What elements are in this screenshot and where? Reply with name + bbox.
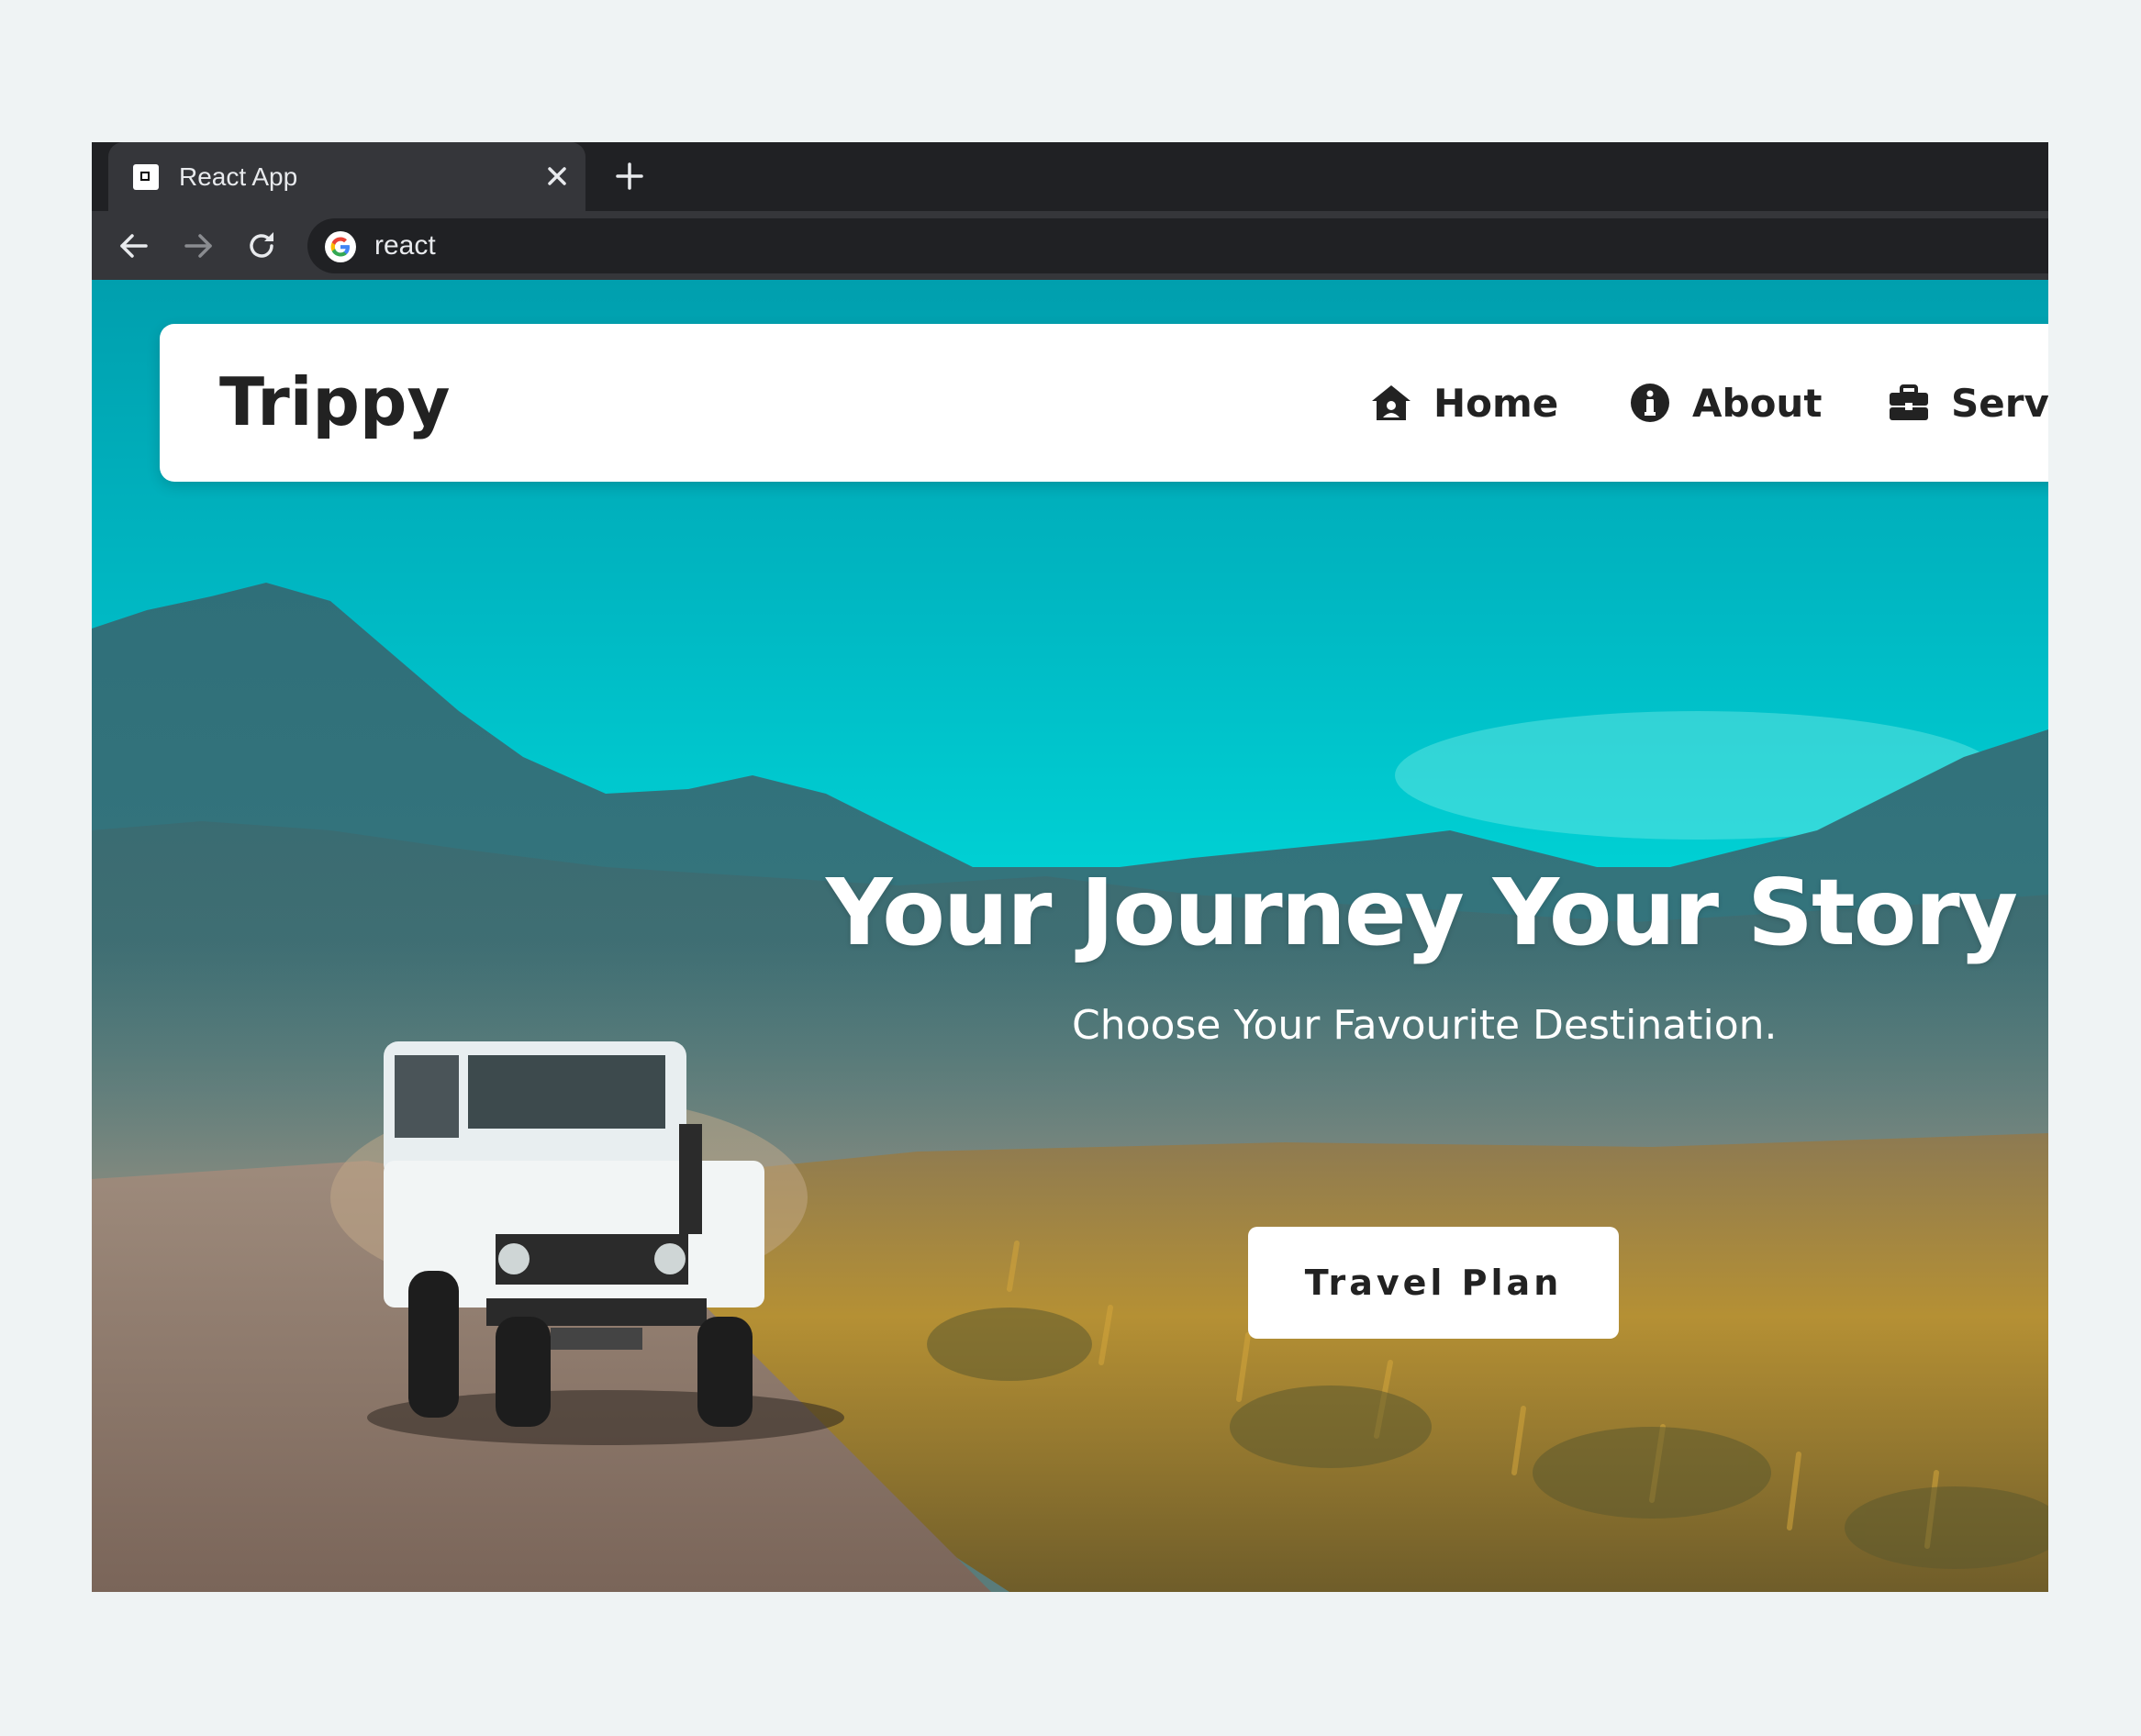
hero-title: Your Journey Your Story bbox=[826, 859, 2018, 966]
plus-icon[interactable] bbox=[610, 157, 649, 195]
site-navbar: Trippy Home About Serv bbox=[160, 324, 2048, 482]
tab-title: React App bbox=[179, 162, 298, 191]
browser-toolbar: react bbox=[92, 211, 2048, 280]
reload-icon[interactable] bbox=[240, 225, 283, 267]
arrow-right-icon[interactable] bbox=[177, 225, 219, 267]
nav-item-about[interactable]: About bbox=[1628, 377, 1822, 428]
nav-item-label: Servi bbox=[1951, 380, 2048, 426]
address-bar[interactable]: react bbox=[307, 218, 2048, 273]
google-g-icon bbox=[325, 231, 356, 262]
travel-plan-button[interactable]: Travel Plan bbox=[1248, 1227, 1619, 1339]
tab-strip: React App bbox=[92, 142, 2048, 211]
info-circle-icon bbox=[1628, 381, 1672, 425]
browser-tab[interactable]: React App bbox=[108, 142, 585, 211]
nav-item-home[interactable]: Home bbox=[1369, 377, 1558, 428]
house-user-icon bbox=[1369, 381, 1413, 425]
hero-subtitle: Choose Your Favourite Destination. bbox=[1072, 1002, 1778, 1049]
site-logo[interactable]: Trippy bbox=[219, 361, 450, 443]
nav-item-label: Home bbox=[1433, 380, 1559, 426]
url-text[interactable]: react bbox=[374, 229, 436, 262]
close-icon[interactable] bbox=[540, 159, 574, 194]
page-viewport: Trippy Home About Serv Your Journey Your… bbox=[92, 280, 2048, 1592]
nav-item-label: About bbox=[1692, 380, 1823, 426]
nav-item-services[interactable]: Servi bbox=[1887, 377, 2048, 428]
arrow-left-icon[interactable] bbox=[113, 225, 155, 267]
briefcase-icon bbox=[1887, 381, 1931, 425]
react-app-favicon-icon bbox=[133, 164, 159, 190]
browser-window: React App react Trippy Home About Serv Y… bbox=[92, 142, 2048, 1592]
